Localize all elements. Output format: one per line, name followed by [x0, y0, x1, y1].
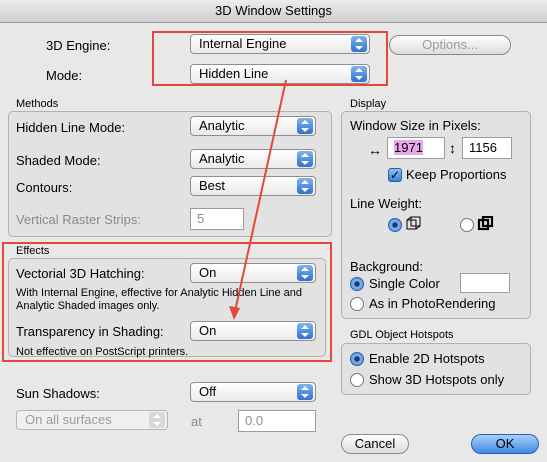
- annotation-arrow: [229, 79, 287, 320]
